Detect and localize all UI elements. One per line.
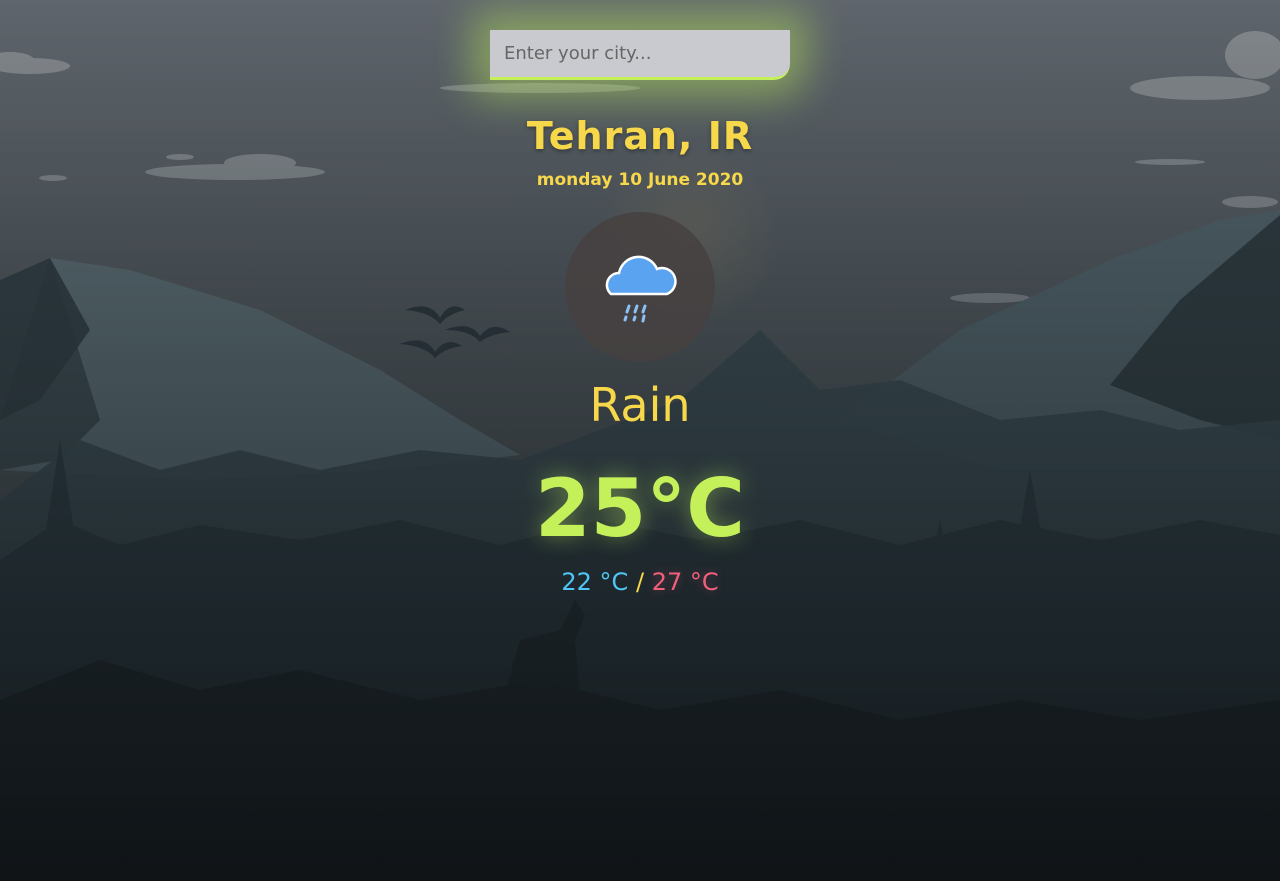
current-temperature: 25°C [534,462,746,555]
search-container [490,30,790,80]
weather-condition: Rain [589,378,691,432]
city-name: Tehran, IR [526,114,754,158]
max-temperature: 27 °C [651,568,719,596]
city-search-input[interactable] [490,30,790,80]
min-temperature: 22 °C [561,568,629,596]
temperature-separator: / [635,568,645,596]
min-max-temperature: 22 °C / 27 °C [0,568,1280,596]
rain-cloud-icon [605,255,677,323]
weather-icon-container [565,212,715,362]
current-date: monday 10 June 2020 [536,170,744,190]
